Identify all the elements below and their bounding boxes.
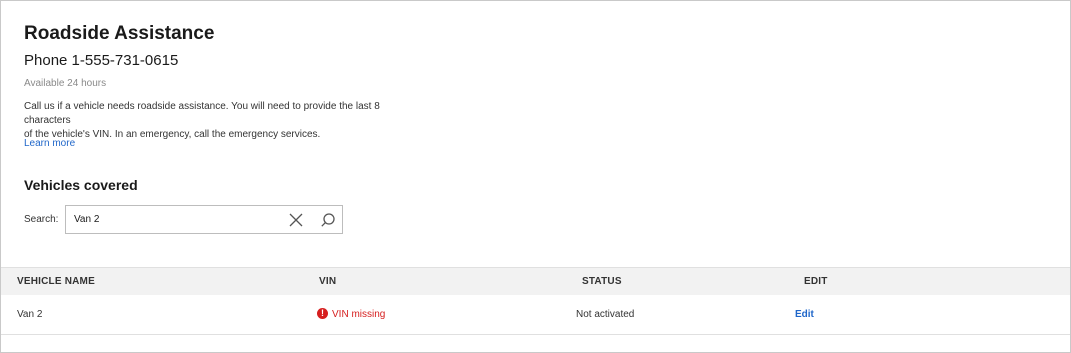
warning-icon: ! <box>317 308 328 319</box>
search-input[interactable] <box>74 211 279 228</box>
availability-text: Available 24 hours <box>24 78 107 89</box>
search-label: Search: <box>24 214 59 225</box>
status-cell: Not activated <box>576 309 635 320</box>
table-row: Van 2 ! VIN missing Not activated Edit <box>1 295 1070 335</box>
column-header-status: STATUS <box>582 276 622 287</box>
description-line: Call us if a vehicle needs roadside assi… <box>24 101 380 126</box>
table-header: VEHICLE NAME VIN STATUS EDIT <box>1 267 1070 296</box>
vin-status-cell: VIN missing <box>332 309 386 320</box>
search-icon[interactable] <box>320 212 336 228</box>
phone-number: Phone 1-555-731-0615 <box>24 52 179 69</box>
column-header-vin: VIN <box>319 276 337 287</box>
learn-more-link[interactable]: Learn more <box>24 138 75 149</box>
column-header-vehicle-name: VEHICLE NAME <box>17 276 95 287</box>
page-title: Roadside Assistance <box>24 23 215 44</box>
column-header-edit: EDIT <box>804 276 828 287</box>
section-title-vehicles: Vehicles covered <box>24 177 138 193</box>
clear-icon[interactable] <box>288 212 304 228</box>
vehicle-name-cell: Van 2 <box>17 309 43 320</box>
description: Call us if a vehicle needs roadside assi… <box>24 100 424 142</box>
roadside-assistance-panel: Roadside Assistance Phone 1-555-731-0615… <box>0 0 1071 353</box>
edit-link[interactable]: Edit <box>795 309 814 320</box>
search-box <box>65 205 343 234</box>
description-line: of the vehicle's VIN. In an emergency, c… <box>24 129 321 140</box>
